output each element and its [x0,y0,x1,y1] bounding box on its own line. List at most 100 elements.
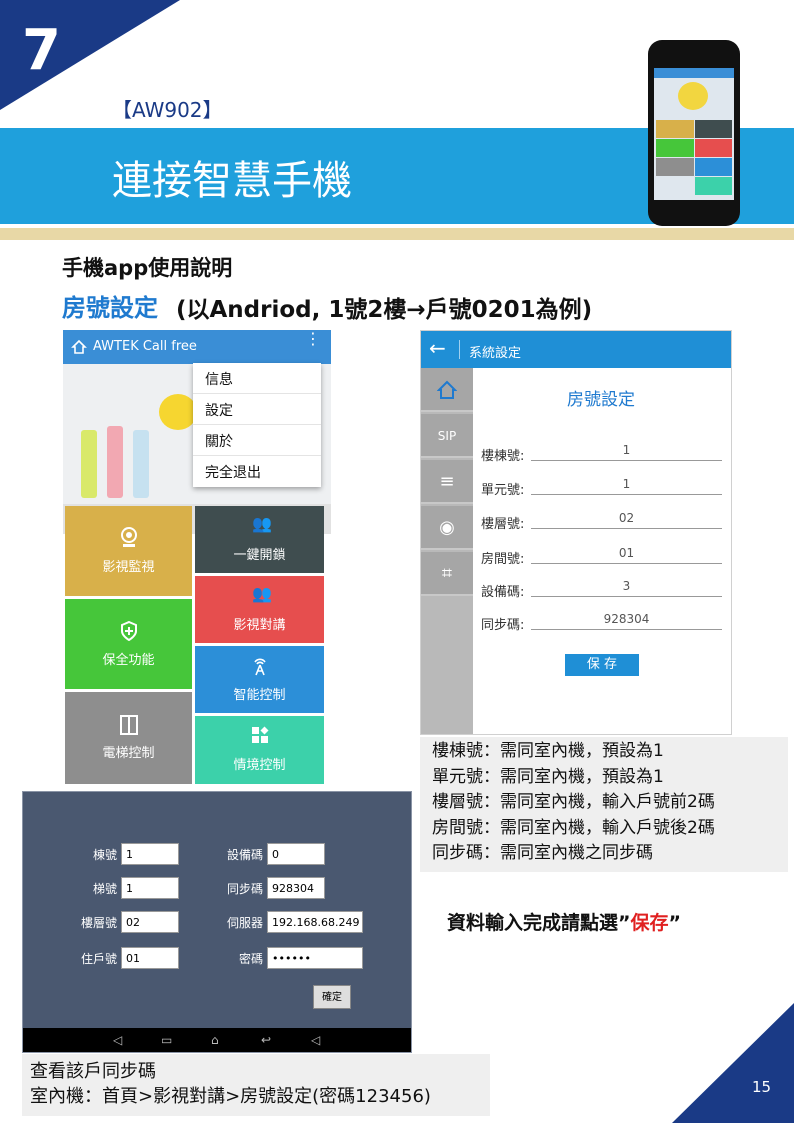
corner-decoration-bottom-right [672,1003,794,1123]
save-keyword: 保存 [630,912,669,934]
panel-field-value[interactable]: 01 [121,947,179,969]
panel-field-value[interactable]: 1 [121,843,179,865]
field-value[interactable]: 01 [531,542,722,564]
tile-scene-control[interactable]: 情境控制 [195,716,324,784]
panel-field-label: 棟號 [92,848,117,862]
field-room: 房間號: 01 [481,542,726,568]
tile-label: 一鍵開鎖 [233,548,286,563]
cup-shape [81,430,97,498]
back-nav-icon[interactable]: ↩ [261,1033,271,1047]
panel-field-value[interactable]: •••••• [267,947,363,969]
sliders-icon[interactable]: ≡ [421,460,473,504]
settings-sidebar: SIP ≡ ◉ ⌗ [421,368,473,734]
panel-field-label: 樓層號 [80,916,117,930]
cup-shape [107,426,123,498]
panel-field-label: 密碼 [238,952,263,966]
field-label: 樓棟號: [481,449,525,464]
menu-item-exit[interactable]: 完全退出 [193,456,321,487]
panel-field-label: 同步碼 [226,882,263,896]
home-icon[interactable] [71,339,87,355]
phone-flower-image [678,82,708,110]
shield-icon [121,621,137,641]
quote-mark: ” [618,912,631,934]
phone-tile [695,177,732,195]
field-building: 樓棟號: 1 [481,439,726,465]
title-band-underline [0,228,794,240]
room-settings-screenshot: ← 系統設定 SIP ≡ ◉ ⌗ 房號設定 樓棟號: 1 單元號: 1 樓層號:… [420,330,732,735]
tile-video-intercom[interactable]: 👥 影視對講 [195,576,324,643]
save-instruction-text: 資料輸入完成請點選 [447,912,619,934]
field-label: 房間號: [481,552,525,567]
field-value[interactable]: 928304 [531,608,722,630]
save-button[interactable]: 保 存 [565,654,639,676]
section-title: 房號設定 [62,294,158,322]
recent-apps-icon[interactable]: ▭ [161,1033,172,1047]
house-no-icon [436,380,458,399]
chapter-number: 7 [22,18,61,83]
menu-item-about[interactable]: 關於 [193,425,321,456]
intercom-icon: 👥 [252,584,272,603]
home-nav-icon[interactable]: ⌂ [211,1033,219,1047]
field-label: 樓層號: [481,517,525,532]
tile-label: 智能控制 [233,688,286,703]
frame-icon[interactable]: ⌗ [421,552,473,596]
field-label: 同步碼: [481,618,525,633]
panel-field-value[interactable]: 0 [267,843,325,865]
sidebar-room-number[interactable] [421,368,473,412]
panel-field-value[interactable]: 02 [121,911,179,933]
tile-label: 影視監視 [102,560,155,575]
explanation-line: 單元號：需同室內機，預設為1 [432,766,664,787]
indoor-unit-screenshot: 棟號 1 梯號 1 樓層號 02 住戶號 01 設備碼 0 同步碼 928304… [22,791,412,1053]
app-home-screenshot: AWTEK Call free ⋮ 影視監視 👥 一鍵開鎖 👥 影視對講 保全功… [63,330,331,784]
tile-smart-control[interactable]: 智能控制 [195,646,324,713]
field-label: 設備碼: [481,585,525,600]
menu-item-settings[interactable]: 設定 [193,394,321,425]
section-note: (以Andriod, 1號2樓→戶號0201為例) [176,297,593,323]
menu-item-info[interactable]: 信息 [193,363,321,394]
elevator-icon [120,715,138,735]
settings-bar-title: 系統設定 [469,346,522,361]
field-explanation-box: 樓棟號：需同室內機，預設為1 單元號：需同室內機，預設為1 樓層號：需同室內機，… [420,737,788,872]
tile-video-monitor[interactable]: 影視監視 [65,506,192,596]
overflow-menu-icon[interactable]: ⋮ [305,331,321,347]
confirm-button[interactable]: 確定 [313,985,351,1009]
panel-field-value[interactable]: 928304 [267,877,325,899]
sidebar-sip[interactable]: SIP [421,414,473,458]
tile-one-key-unlock[interactable]: 👥 一鍵開鎖 [195,506,324,573]
tile-label: 電梯控制 [102,746,155,761]
phone-tile [695,120,732,138]
panel-field-value[interactable]: 192.168.68.249 [267,911,363,933]
phone-tile [656,120,694,138]
panel-field-label: 住戶號 [80,952,117,966]
field-floor: 樓層號: 02 [481,507,726,533]
eye-icon[interactable]: ◉ [421,506,473,550]
field-value[interactable]: 1 [531,473,722,495]
volume-down-icon[interactable]: ◁ [113,1033,122,1047]
phone-tile [695,139,732,157]
field-value[interactable]: 1 [531,439,722,461]
tile-elevator-control[interactable]: 電梯控制 [65,692,192,784]
note-line: 查看該戶同步碼 [30,1061,156,1082]
antenna-icon [254,658,266,676]
explanation-line: 樓層號：需同室內機，輸入戶號前2碼 [432,792,715,812]
note-line: 室內機：首頁>影視對講>房號設定(密碼123456) [30,1086,431,1107]
guide-heading: 手機app使用說明 [62,256,233,280]
field-value[interactable]: 02 [531,507,722,529]
phone-app-bar [654,68,734,78]
flower-shape [159,394,197,430]
phone-tile [656,158,694,176]
quote-mark: ” [668,912,682,934]
page-number: 15 [752,1078,772,1096]
tile-security[interactable]: 保全功能 [65,599,192,689]
panel-field-value[interactable]: 1 [121,877,179,899]
panel-field-label: 設備碼 [226,848,263,862]
model-label: 【AW902】 [112,98,223,122]
app-name: AWTEK Call free [93,339,197,354]
panel-field-label: 梯號 [92,882,117,896]
field-value[interactable]: 3 [531,575,722,597]
back-arrow-icon[interactable]: ← [429,336,446,360]
settings-app-bar: ← 系統設定 [421,331,731,368]
volume-up-icon[interactable]: ◁ [311,1033,320,1047]
tile-label: 情境控制 [233,758,286,773]
panel-field-label: 伺服器 [226,916,263,930]
